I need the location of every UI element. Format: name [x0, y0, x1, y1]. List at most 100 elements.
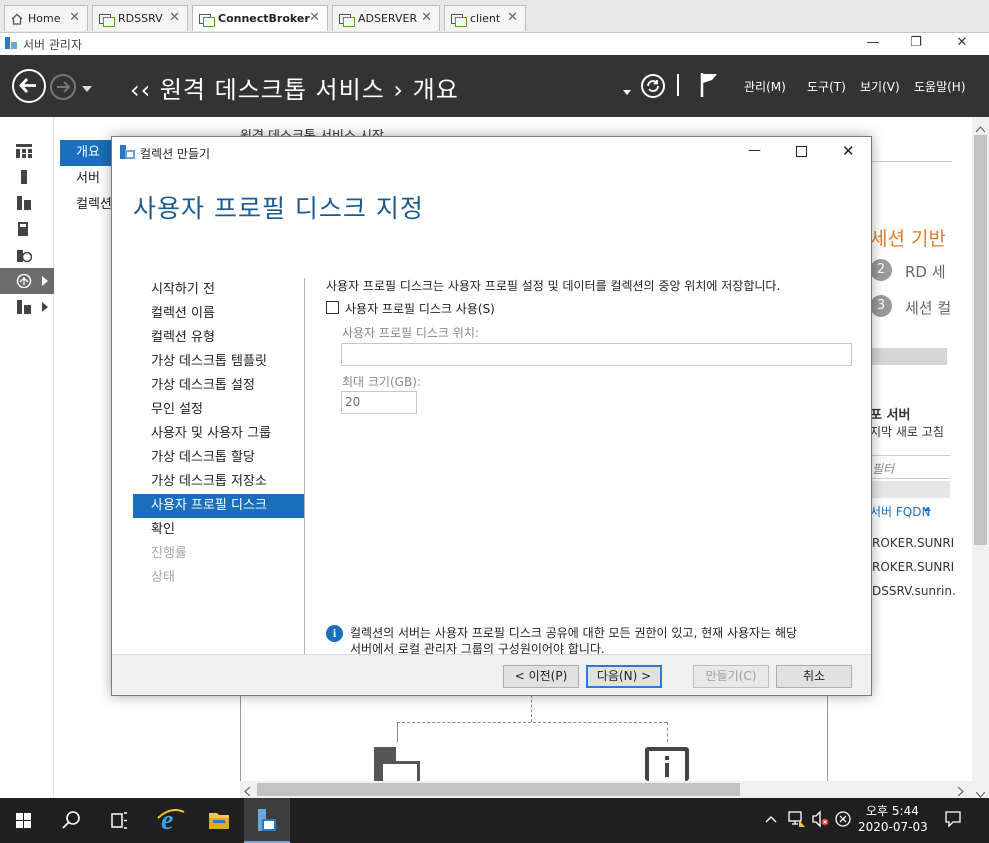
clock-date[interactable]: 2020-07-03: [858, 820, 928, 834]
wizard-step[interactable]: 시작하기 전: [133, 278, 304, 302]
chevron-up-icon[interactable]: [975, 121, 986, 135]
wizard-step[interactable]: 가상 데스크톱 템플릿: [133, 350, 304, 374]
create-collection-dialog: 컬렉션 만들기 — ✕ 사용자 프로필 디스크 지정 시작하기 전 컬렉션 이름…: [111, 136, 872, 696]
dropdown-arrow-icon[interactable]: [623, 84, 631, 98]
rail-file-services[interactable]: [0, 216, 54, 242]
task-view-button[interactable]: [96, 798, 142, 843]
file-explorer-button[interactable]: [196, 798, 242, 843]
step-text[interactable]: RD 세: [905, 261, 946, 282]
rail-all-servers[interactable]: [0, 190, 54, 216]
wizard-step[interactable]: 사용자 및 사용자 그룹: [133, 422, 304, 446]
close-icon[interactable]: ✕: [507, 10, 518, 25]
all-servers-icon: [17, 196, 31, 210]
server-manager-taskbar-button[interactable]: [244, 798, 290, 843]
rail-local-server[interactable]: [0, 164, 54, 190]
wizard-step[interactable]: 컬렉션 유형: [133, 326, 304, 350]
ie-button[interactable]: e: [148, 798, 194, 843]
divider: [872, 161, 952, 162]
wizard-step[interactable]: 가상 데스크톱 설정: [133, 374, 304, 398]
restore-button[interactable]: ❐: [893, 33, 939, 55]
vm-tab-label: ADSERVER: [358, 12, 418, 25]
wizard-step[interactable]: 확인: [133, 518, 304, 542]
refresh-icon[interactable]: [640, 73, 666, 102]
start-button[interactable]: [0, 798, 46, 843]
servers-heading: 포 서버: [870, 408, 911, 423]
diagram-line: [397, 722, 398, 742]
left-rail: [0, 117, 54, 798]
chevron-up-icon[interactable]: [765, 812, 777, 826]
step-text[interactable]: 세션 컬: [905, 297, 951, 318]
wizard-step[interactable]: 가상 데스크톱 할당: [133, 446, 304, 470]
action-center-icon[interactable]: [944, 810, 962, 831]
enable-upd-checkbox[interactable]: [326, 301, 339, 314]
nav-servers[interactable]: 서버: [60, 166, 112, 192]
clock-time[interactable]: 오후 5:44: [866, 802, 919, 819]
dialog-maximize-button[interactable]: [796, 146, 807, 157]
vm-tab-home[interactable]: Home ✕: [4, 5, 88, 31]
rail-file-storage[interactable]: [0, 294, 54, 320]
minimize-button[interactable]: —: [850, 33, 896, 55]
max-size-label: 최대 크기(GB):: [342, 375, 421, 389]
column-header-fqdn[interactable]: 서버 FQDN: [870, 503, 930, 520]
close-icon[interactable]: ✕: [169, 10, 180, 25]
network-icon[interactable]: [788, 810, 806, 831]
close-button[interactable]: ✕: [939, 33, 985, 55]
vm-tab-connectbroker[interactable]: ConnectBroker ✕: [192, 5, 328, 31]
close-icon[interactable]: ✕: [69, 10, 80, 25]
home-icon: [11, 13, 23, 25]
rail-remote-desktop[interactable]: [0, 268, 54, 294]
volume-muted-icon[interactable]: [811, 810, 829, 831]
vertical-scrollbar[interactable]: [972, 117, 989, 798]
nav-overview[interactable]: 개요: [60, 140, 112, 166]
table-row[interactable]: DSSRV.sunrin.: [872, 584, 956, 598]
server-manager-icon: [4, 36, 18, 50]
rail-dashboard[interactable]: [0, 138, 54, 164]
table-row[interactable]: ROKER.SUNRI: [872, 560, 954, 574]
breadcrumb: ‹‹ 원격 데스크톱 서비스 › 개요: [130, 76, 459, 104]
vm-icon: [339, 13, 355, 27]
vm-icon: [451, 13, 467, 27]
horizontal-scrollbar[interactable]: [240, 781, 972, 798]
cancel-button[interactable]: 취소: [776, 665, 852, 688]
wizard-step-disabled: 진행률: [151, 546, 187, 561]
close-icon[interactable]: ✕: [309, 10, 320, 25]
dialog-minimize-button[interactable]: —: [748, 143, 761, 158]
table-row[interactable]: ROKER.SUNRI: [872, 536, 954, 550]
wizard-step-selected[interactable]: 사용자 프로필 디스크: [133, 494, 304, 518]
max-size-input[interactable]: 20: [341, 391, 417, 414]
dialog-close-button[interactable]: ✕: [842, 142, 855, 160]
scrollbar-thumb[interactable]: [974, 135, 987, 545]
chevron-down-icon[interactable]: [82, 81, 92, 95]
location-input[interactable]: [341, 343, 852, 366]
menu-tools[interactable]: 도구(T): [807, 78, 846, 95]
menu-view[interactable]: 보기(V): [860, 78, 900, 95]
notification-badge-icon[interactable]: [835, 811, 851, 830]
rail-iis[interactable]: [0, 242, 54, 268]
chevron-left-icon[interactable]: [244, 785, 251, 799]
forward-button[interactable]: [50, 74, 76, 100]
nav-collections[interactable]: 컬렉션: [60, 192, 112, 218]
back-button[interactable]: [12, 69, 46, 103]
next-button[interactable]: 다음(N) >: [586, 665, 662, 688]
header-bar: ‹‹ 원격 데스크톱 서비스 › 개요 관리(M) 도구(T) 보기(V) 도움…: [0, 55, 989, 117]
vm-tab-label: Home: [28, 12, 61, 25]
window-title: 서버 관리자: [23, 38, 83, 52]
flag-icon[interactable]: [699, 71, 721, 102]
sort-icon: [924, 500, 931, 514]
chevron-right-icon[interactable]: [957, 785, 964, 799]
search-button[interactable]: [48, 798, 94, 843]
vm-tab-client[interactable]: client ✕: [444, 5, 526, 31]
enable-upd-label[interactable]: 사용자 프로필 디스크 사용(S): [345, 300, 495, 317]
wizard-step[interactable]: 무인 설정: [133, 398, 304, 422]
wizard-step[interactable]: 가상 데스크톱 저장소: [133, 470, 304, 494]
info-icon: i: [326, 625, 343, 642]
close-icon[interactable]: ✕: [421, 10, 432, 25]
previous-button[interactable]: < 이전(P): [503, 665, 579, 688]
scrollbar-thumb[interactable]: [257, 783, 740, 796]
menu-help[interactable]: 도움말(H): [914, 78, 966, 95]
wizard-step[interactable]: 컬렉션 이름: [133, 302, 304, 326]
vm-tab-rdssrv[interactable]: RDSSRV ✕: [92, 5, 188, 31]
vm-tab-adserver[interactable]: ADSERVER ✕: [332, 5, 440, 31]
menu-manage[interactable]: 관리(M): [744, 78, 786, 95]
filter-input[interactable]: 필터: [872, 455, 950, 479]
